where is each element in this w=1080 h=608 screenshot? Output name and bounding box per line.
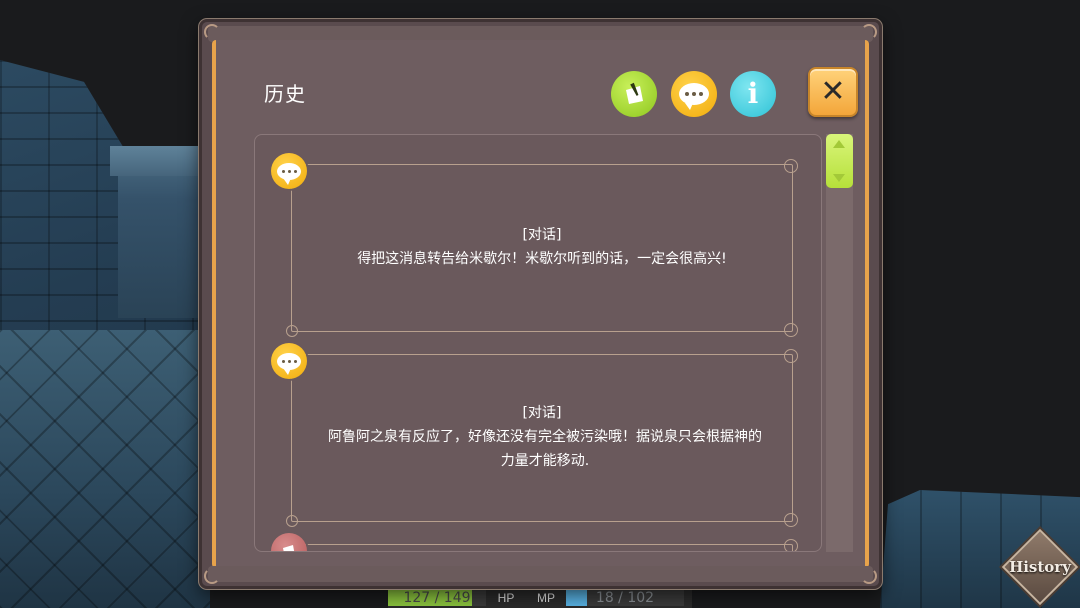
speech-bubble-icon: [277, 162, 301, 185]
speech-bubble-icon: [277, 352, 301, 375]
corner-ornament-icon: [861, 568, 877, 584]
dialog-filter-button[interactable]: [671, 71, 717, 117]
entry-tag: [对话]: [522, 227, 562, 243]
note-icon: [283, 545, 295, 551]
hp-value: 127 / 149: [403, 589, 471, 606]
corner-ornament-icon: [204, 568, 220, 584]
mp-label: MP: [537, 590, 555, 605]
entry-note-icon: [271, 533, 307, 551]
game-scene: 127 / 149 HP MP 18 / 102 History 历史 i ✕ …: [0, 0, 1080, 608]
entry-dialog-icon: [271, 343, 307, 379]
history-dialog: 历史 i ✕ [对话] 得把这消息转告给米歇尔！米歇尔听到的话，一定会很高兴!: [199, 19, 882, 589]
dialog-bottom-band: [208, 566, 873, 582]
history-badge-label: History: [1009, 558, 1071, 576]
history-entry: [291, 539, 798, 551]
status-hud: 127 / 149 HP MP 18 / 102: [388, 587, 692, 608]
corner-ornament-icon: [204, 24, 220, 40]
entry-tag: [对话]: [522, 405, 562, 421]
mp-bar: 18 / 102: [566, 589, 684, 606]
scrollbar[interactable]: [826, 134, 853, 552]
info-icon: i: [747, 77, 759, 110]
entry-text: 阿鲁阿之泉有反应了，好像还没有完全被污染哦！据说泉只会根据神的力量才能移动.: [328, 429, 762, 469]
mp-value: 18 / 102: [595, 589, 655, 606]
info-filter-button[interactable]: i: [730, 71, 776, 117]
entry-dialog-icon: [271, 153, 307, 189]
hp-bar: 127 / 149: [388, 589, 486, 606]
history-entry: [对话] 阿鲁阿之泉有反应了，好像还没有完全被污染哦！据说泉只会根据神的力量才能…: [286, 349, 798, 527]
scroll-thumb[interactable]: [826, 134, 853, 188]
stone-pillar-cap: [110, 146, 210, 176]
corner-ornament-icon: [861, 24, 877, 40]
hp-label: HP: [497, 590, 515, 605]
history-entry: [对话] 得把这消息转告给米歇尔！米歇尔听到的话，一定会很高兴!: [286, 159, 798, 337]
history-list[interactable]: [对话] 得把这消息转告给米歇尔！米歇尔听到的话，一定会很高兴! [对话] 阿鲁…: [254, 134, 822, 552]
speech-bubble-icon: [679, 83, 709, 110]
close-button[interactable]: ✕: [808, 67, 858, 117]
note-filter-button[interactable]: [611, 71, 657, 117]
scroll-up-arrow-icon: [833, 140, 845, 148]
entry-text: 得把这消息转告给米歇尔！米歇尔听到的话，一定会很高兴!: [357, 251, 727, 267]
note-icon: [626, 82, 643, 104]
dungeon-floor-background: [0, 330, 210, 608]
history-corner-button[interactable]: History: [1001, 528, 1079, 606]
scroll-down-arrow-icon: [833, 174, 845, 182]
dialog-title: 历史: [264, 82, 306, 106]
